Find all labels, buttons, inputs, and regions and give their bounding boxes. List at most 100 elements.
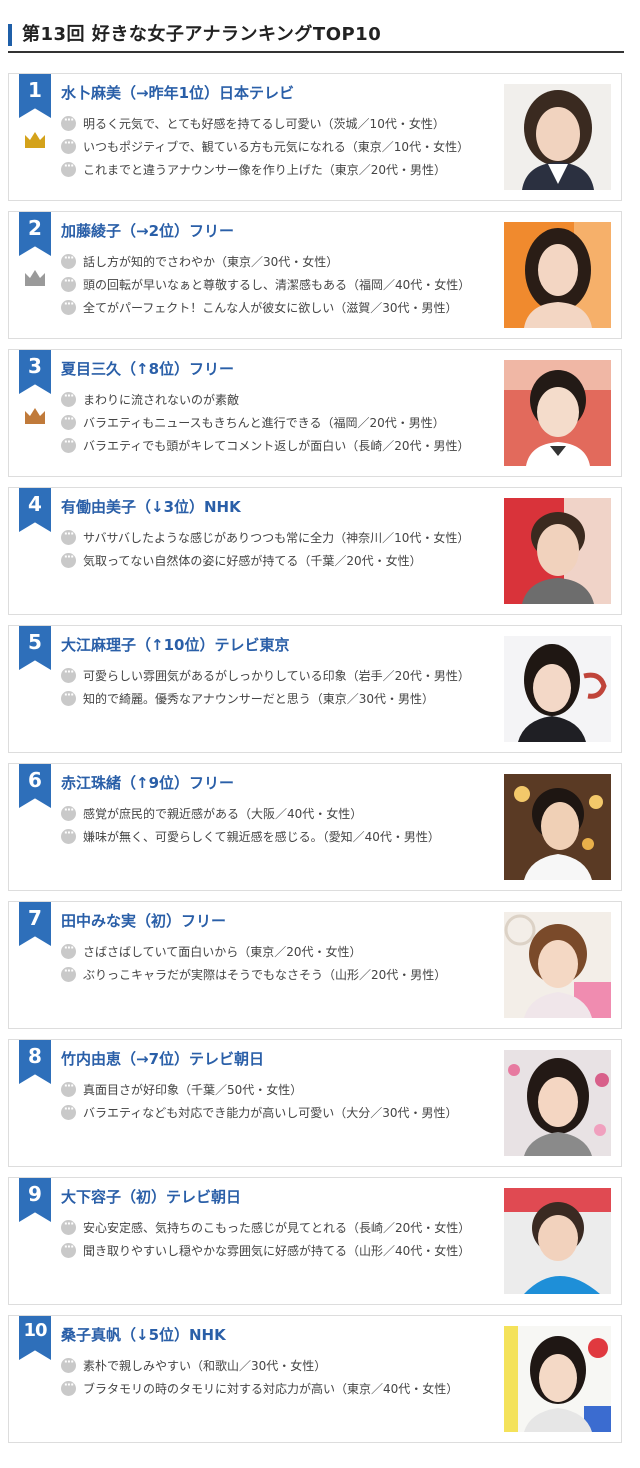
comment-item: さばさばしていて面白いから（東京／20代・女性） — [61, 940, 446, 963]
comment-item: 気取ってない自然体の姿に好感が持てる（千葉／20代・女性） — [61, 549, 469, 572]
bronze-crown-icon — [25, 408, 45, 424]
comment-item: 可愛らしい雰囲気があるがしっかりしている印象（岩手／20代・男性） — [61, 664, 470, 687]
speech-bubble-icon — [61, 941, 76, 959]
speech-bubble-icon — [61, 1217, 76, 1235]
announcer-name[interactable]: 竹内由恵（→7位）テレビ朝日 — [61, 1048, 264, 1069]
announcer-photo — [504, 1326, 611, 1432]
ranking-item-2: 2 加藤綾子（→2位）フリー 話し方が知的でさわやか（東京／30代・女性） 頭の… — [8, 211, 622, 339]
ranking-item-3: 3 夏目三久（↑8位）フリー まわりに流されないのが素敵 バラエティもニュースも… — [8, 349, 622, 477]
announcer-photo — [504, 84, 611, 190]
rank-number: 2 — [28, 216, 42, 240]
speech-bubble-icon — [61, 550, 76, 568]
speech-bubble-icon — [61, 1102, 76, 1120]
rank-number: 5 — [28, 630, 42, 654]
comment-item: まわりに流されないのが素敵 — [61, 388, 470, 411]
rank-ribbon: 5 — [19, 626, 51, 670]
speech-bubble-icon — [61, 964, 76, 982]
comment-list: 明るく元気で、とても好感を持てるし可愛い（茨城／10代・女性） いつもポジティブ… — [61, 112, 469, 181]
announcer-photo — [504, 774, 611, 880]
speech-bubble-icon — [61, 527, 76, 545]
rank-ribbon: 2 — [19, 212, 51, 256]
comment-item: 感覚が庶民的で親近感がある（大阪／40代・女性） — [61, 802, 440, 825]
rank-number: 9 — [28, 1182, 42, 1206]
speech-bubble-icon — [61, 389, 76, 407]
speech-bubble-icon — [61, 136, 76, 154]
rank-ribbon: 3 — [19, 350, 51, 394]
announcer-name[interactable]: 水卜麻美（→昨年1位）日本テレビ — [61, 82, 294, 103]
rank-ribbon: 10 — [19, 1316, 51, 1360]
announcer-name[interactable]: 田中みな実（初）フリー — [61, 910, 226, 931]
rank-ribbon: 7 — [19, 902, 51, 946]
speech-bubble-icon — [61, 826, 76, 844]
rank-ribbon: 1 — [19, 74, 51, 118]
comment-item: ぶりっこキャラだが実際はそうでもなさそう（山形／20代・男性） — [61, 963, 446, 986]
speech-bubble-icon — [61, 251, 76, 269]
speech-bubble-icon — [61, 297, 76, 315]
comment-item: 頭の回転が早いなぁと尊敬するし、清潔感もある（福岡／40代・女性） — [61, 273, 470, 296]
rank-ribbon: 6 — [19, 764, 51, 808]
comment-item: 真面目さが好印象（千葉／50代・女性） — [61, 1078, 458, 1101]
rank-ribbon: 4 — [19, 488, 51, 532]
speech-bubble-icon — [61, 688, 76, 706]
announcer-photo — [504, 1188, 611, 1294]
comment-list: 話し方が知的でさわやか（東京／30代・女性） 頭の回転が早いなぁと尊敬するし、清… — [61, 250, 470, 319]
header-divider — [8, 51, 624, 53]
speech-bubble-icon — [61, 274, 76, 292]
announcer-name[interactable]: 加藤綾子（→2位）フリー — [61, 220, 234, 241]
announcer-name[interactable]: 赤江珠緒（↑9位）フリー — [61, 772, 234, 793]
announcer-name[interactable]: 大江麻理子（↑10位）テレビ東京 — [61, 634, 289, 655]
announcer-photo — [504, 636, 611, 742]
rank-number: 3 — [28, 354, 42, 378]
ranking-item-6: 6 赤江珠緒（↑9位）フリー 感覚が庶民的で親近感がある（大阪／40代・女性） … — [8, 763, 622, 891]
comment-list: 感覚が庶民的で親近感がある（大阪／40代・女性） 嫌味が無く、可愛らしくて親近感… — [61, 802, 440, 848]
ranking-item-10: 10 桑子真帆（↓5位）NHK 素朴で親しみやすい（和歌山／30代・女性） ブラ… — [8, 1315, 622, 1443]
rank-number: 8 — [28, 1044, 42, 1068]
speech-bubble-icon — [61, 435, 76, 453]
announcer-name[interactable]: 桑子真帆（↓5位）NHK — [61, 1324, 226, 1345]
comment-item: 話し方が知的でさわやか（東京／30代・女性） — [61, 250, 470, 273]
comment-list: 真面目さが好印象（千葉／50代・女性） バラエティなども対応でき能力が高いし可愛… — [61, 1078, 458, 1124]
comment-item: バラエティなども対応でき能力が高いし可愛い（大分／30代・男性） — [61, 1101, 458, 1124]
announcer-name[interactable]: 夏目三久（↑8位）フリー — [61, 358, 234, 379]
announcer-photo — [504, 360, 611, 466]
ranking-item-5: 5 大江麻理子（↑10位）テレビ東京 可愛らしい雰囲気があるがしっかりしている印… — [8, 625, 622, 753]
announcer-photo — [504, 912, 611, 1018]
comment-item: これまでと違うアナウンサー像を作り上げた（東京／20代・男性） — [61, 158, 469, 181]
comment-item: 聞き取りやすいし穏やかな雰囲気に好感が持てる（山形／40代・女性） — [61, 1239, 470, 1262]
page-header: 第13回 好きな女子アナランキングTOP10 — [0, 0, 640, 53]
announcer-photo — [504, 222, 611, 328]
comment-item: 知的で綺麗。優秀なアナウンサーだと思う（東京／30代・男性） — [61, 687, 470, 710]
announcer-name[interactable]: 大下容子（初）テレビ朝日 — [61, 1186, 241, 1207]
comment-item: 明るく元気で、とても好感を持てるし可愛い（茨城／10代・女性） — [61, 112, 469, 135]
comment-item: 全てがパーフェクト！こんな人が彼女に欲しい（滋賀／30代・男性） — [61, 296, 470, 319]
header-accent-bar — [8, 24, 12, 46]
comment-list: まわりに流されないのが素敵 バラエティもニュースもきちんと進行できる（福岡／20… — [61, 388, 470, 457]
speech-bubble-icon — [61, 1240, 76, 1258]
speech-bubble-icon — [61, 113, 76, 131]
comment-list: 素朴で親しみやすい（和歌山／30代・女性） ブラタモリの時のタモリに対する対応力… — [61, 1354, 458, 1400]
ranking-item-4: 4 有働由美子（↓3位）NHK サバサバしたような感じがありつつも常に全力（神奈… — [8, 487, 622, 615]
ranking-item-8: 8 竹内由恵（→7位）テレビ朝日 真面目さが好印象（千葉／50代・女性） バラエ… — [8, 1039, 622, 1167]
comment-item: 素朴で親しみやすい（和歌山／30代・女性） — [61, 1354, 458, 1377]
rank-number: 7 — [28, 906, 42, 930]
announcer-name[interactable]: 有働由美子（↓3位）NHK — [61, 496, 241, 517]
comment-item: いつもポジティブで、観ている方も元気になれる（東京／10代・女性） — [61, 135, 469, 158]
ranking-item-9: 9 大下容子（初）テレビ朝日 安心安定感、気持ちのこもった感じが見てとれる（長崎… — [8, 1177, 622, 1305]
speech-bubble-icon — [61, 1355, 76, 1373]
comment-item: 嫌味が無く、可愛らしくて親近感を感じる。（愛知／40代・男性） — [61, 825, 440, 848]
comment-list: さばさばしていて面白いから（東京／20代・女性） ぶりっこキャラだが実際はそうで… — [61, 940, 446, 986]
silver-crown-icon — [25, 270, 45, 286]
announcer-photo — [504, 1050, 611, 1156]
rank-ribbon: 8 — [19, 1040, 51, 1084]
gold-crown-icon — [25, 132, 45, 148]
rank-number: 4 — [28, 492, 42, 516]
ranking-item-1: 1 水卜麻美（→昨年1位）日本テレビ 明るく元気で、とても好感を持てるし可愛い（… — [8, 73, 622, 201]
comment-item: バラエティでも頭がキレてコメント返しが面白い（長崎／20代・男性） — [61, 434, 470, 457]
page-title: 第13回 好きな女子アナランキングTOP10 — [22, 24, 382, 45]
announcer-photo — [504, 498, 611, 604]
ranking-list: 1 水卜麻美（→昨年1位）日本テレビ 明るく元気で、とても好感を持てるし可愛い（… — [8, 73, 622, 1453]
speech-bubble-icon — [61, 412, 76, 430]
rank-ribbon: 9 — [19, 1178, 51, 1222]
ranking-item-7: 7 田中みな実（初）フリー さばさばしていて面白いから（東京／20代・女性） ぶ… — [8, 901, 622, 1029]
rank-number: 10 — [23, 1320, 47, 1341]
